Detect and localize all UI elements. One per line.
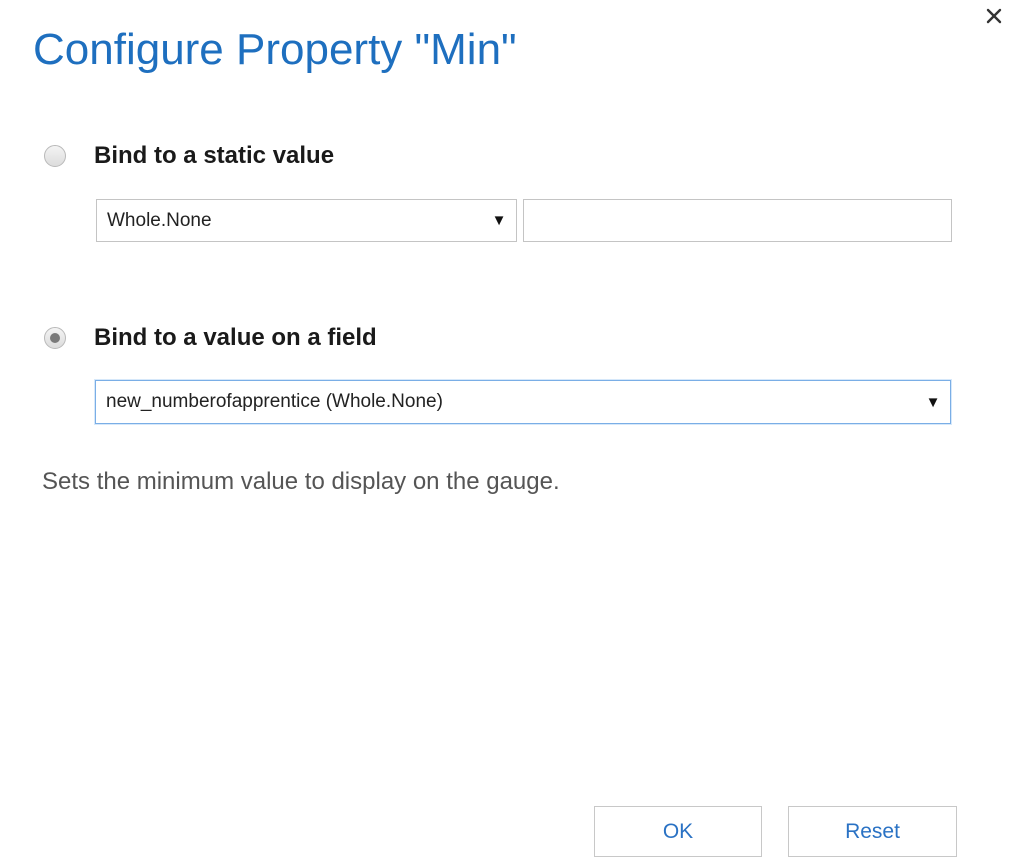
field-value-label[interactable]: Bind to a value on a field — [94, 324, 377, 352]
property-description: Sets the minimum value to display on the… — [42, 468, 560, 495]
close-icon — [986, 8, 1002, 24]
static-value-radio[interactable] — [44, 145, 66, 167]
dialog-title: Configure Property "Min" — [33, 25, 517, 74]
reset-button[interactable]: Reset — [788, 806, 957, 857]
static-value-option[interactable]: Bind to a static value — [44, 142, 334, 170]
configure-property-dialog: Configure Property "Min" Bind to a stati… — [0, 0, 1010, 868]
dropdown-arrow-icon: ▼ — [491, 212, 507, 229]
field-select[interactable]: new_numberofapprentice (Whole.None) ▼ — [95, 380, 951, 424]
static-value-label[interactable]: Bind to a static value — [94, 142, 334, 170]
close-button[interactable] — [978, 0, 1010, 32]
static-value-input[interactable] — [523, 199, 952, 242]
static-type-select[interactable]: Whole.None ▼ — [96, 199, 517, 242]
radio-selected-dot — [50, 333, 60, 343]
field-value-radio[interactable] — [44, 327, 66, 349]
static-type-select-value: Whole.None — [107, 209, 212, 231]
dropdown-arrow-icon: ▼ — [925, 393, 941, 411]
ok-button[interactable]: OK — [594, 806, 762, 857]
field-select-value: new_numberofapprentice (Whole.None) — [106, 391, 443, 412]
field-value-option[interactable]: Bind to a value on a field — [44, 324, 377, 352]
